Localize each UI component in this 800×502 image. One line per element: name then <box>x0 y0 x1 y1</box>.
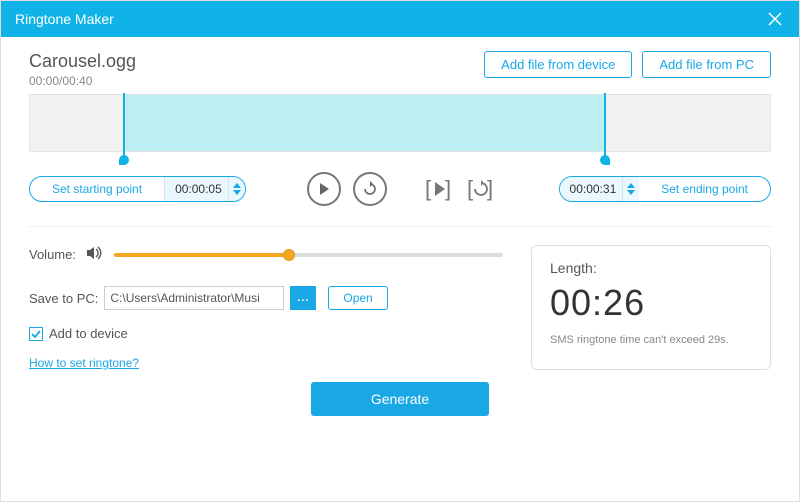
loop-selection-button[interactable]: [] <box>467 174 497 204</box>
volume-label: Volume: <box>29 247 76 262</box>
volume-thumb[interactable] <box>283 249 295 261</box>
svg-text:]: ] <box>445 176 451 201</box>
set-ending-point-button[interactable]: Set ending point <box>639 182 770 196</box>
add-file-from-pc-button[interactable]: Add file from PC <box>642 51 771 78</box>
end-marker[interactable] <box>604 93 606 163</box>
start-time-value[interactable]: 00:00:05 <box>164 177 229 201</box>
length-note: SMS ringtone time can't exceed 29s. <box>550 334 752 346</box>
save-path-input[interactable] <box>104 286 284 310</box>
volume-slider[interactable] <box>114 253 503 257</box>
end-time-value[interactable]: 00:00:31 <box>560 177 624 201</box>
waveform[interactable] <box>29 94 771 152</box>
length-value: 00:26 <box>550 282 752 324</box>
svg-text:[: [ <box>425 176 431 201</box>
length-label: Length: <box>550 260 752 276</box>
play-selection-button[interactable]: [] <box>425 174 455 204</box>
how-to-set-ringtone-link[interactable]: How to set ringtone? <box>29 356 139 370</box>
window-title: Ringtone Maker <box>15 11 765 27</box>
svg-text:[: [ <box>467 176 473 201</box>
svg-text:]: ] <box>487 176 493 201</box>
generate-button[interactable]: Generate <box>311 382 489 416</box>
speaker-icon <box>86 245 104 264</box>
add-file-from-device-button[interactable]: Add file from device <box>484 51 632 78</box>
start-marker[interactable] <box>123 93 125 163</box>
end-point-control: 00:00:31 Set ending point <box>559 176 771 202</box>
open-button[interactable]: Open <box>328 286 387 310</box>
end-time-spinner[interactable] <box>623 177 639 201</box>
file-info: Carousel.ogg 00:00/00:40 <box>29 51 474 88</box>
file-time: 00:00/00:40 <box>29 74 474 88</box>
start-time-spinner[interactable] <box>229 177 245 201</box>
title-bar: Ringtone Maker <box>1 1 799 37</box>
waveform-pad-left <box>30 95 123 151</box>
add-to-device-label: Add to device <box>49 326 128 341</box>
start-point-control: Set starting point 00:00:05 <box>29 176 246 202</box>
length-card: Length: 00:26 SMS ringtone time can't ex… <box>531 245 771 370</box>
waveform-pad-right <box>604 95 771 151</box>
set-starting-point-button[interactable]: Set starting point <box>30 182 164 196</box>
file-name: Carousel.ogg <box>29 51 474 72</box>
replay-button[interactable] <box>353 172 387 206</box>
waveform-selection <box>123 95 604 151</box>
divider <box>29 226 771 227</box>
close-icon[interactable] <box>765 9 785 29</box>
play-button[interactable] <box>307 172 341 206</box>
browse-button[interactable]: ... <box>290 286 316 310</box>
save-to-pc-label: Save to PC: <box>29 291 98 306</box>
add-to-device-checkbox[interactable] <box>29 327 43 341</box>
